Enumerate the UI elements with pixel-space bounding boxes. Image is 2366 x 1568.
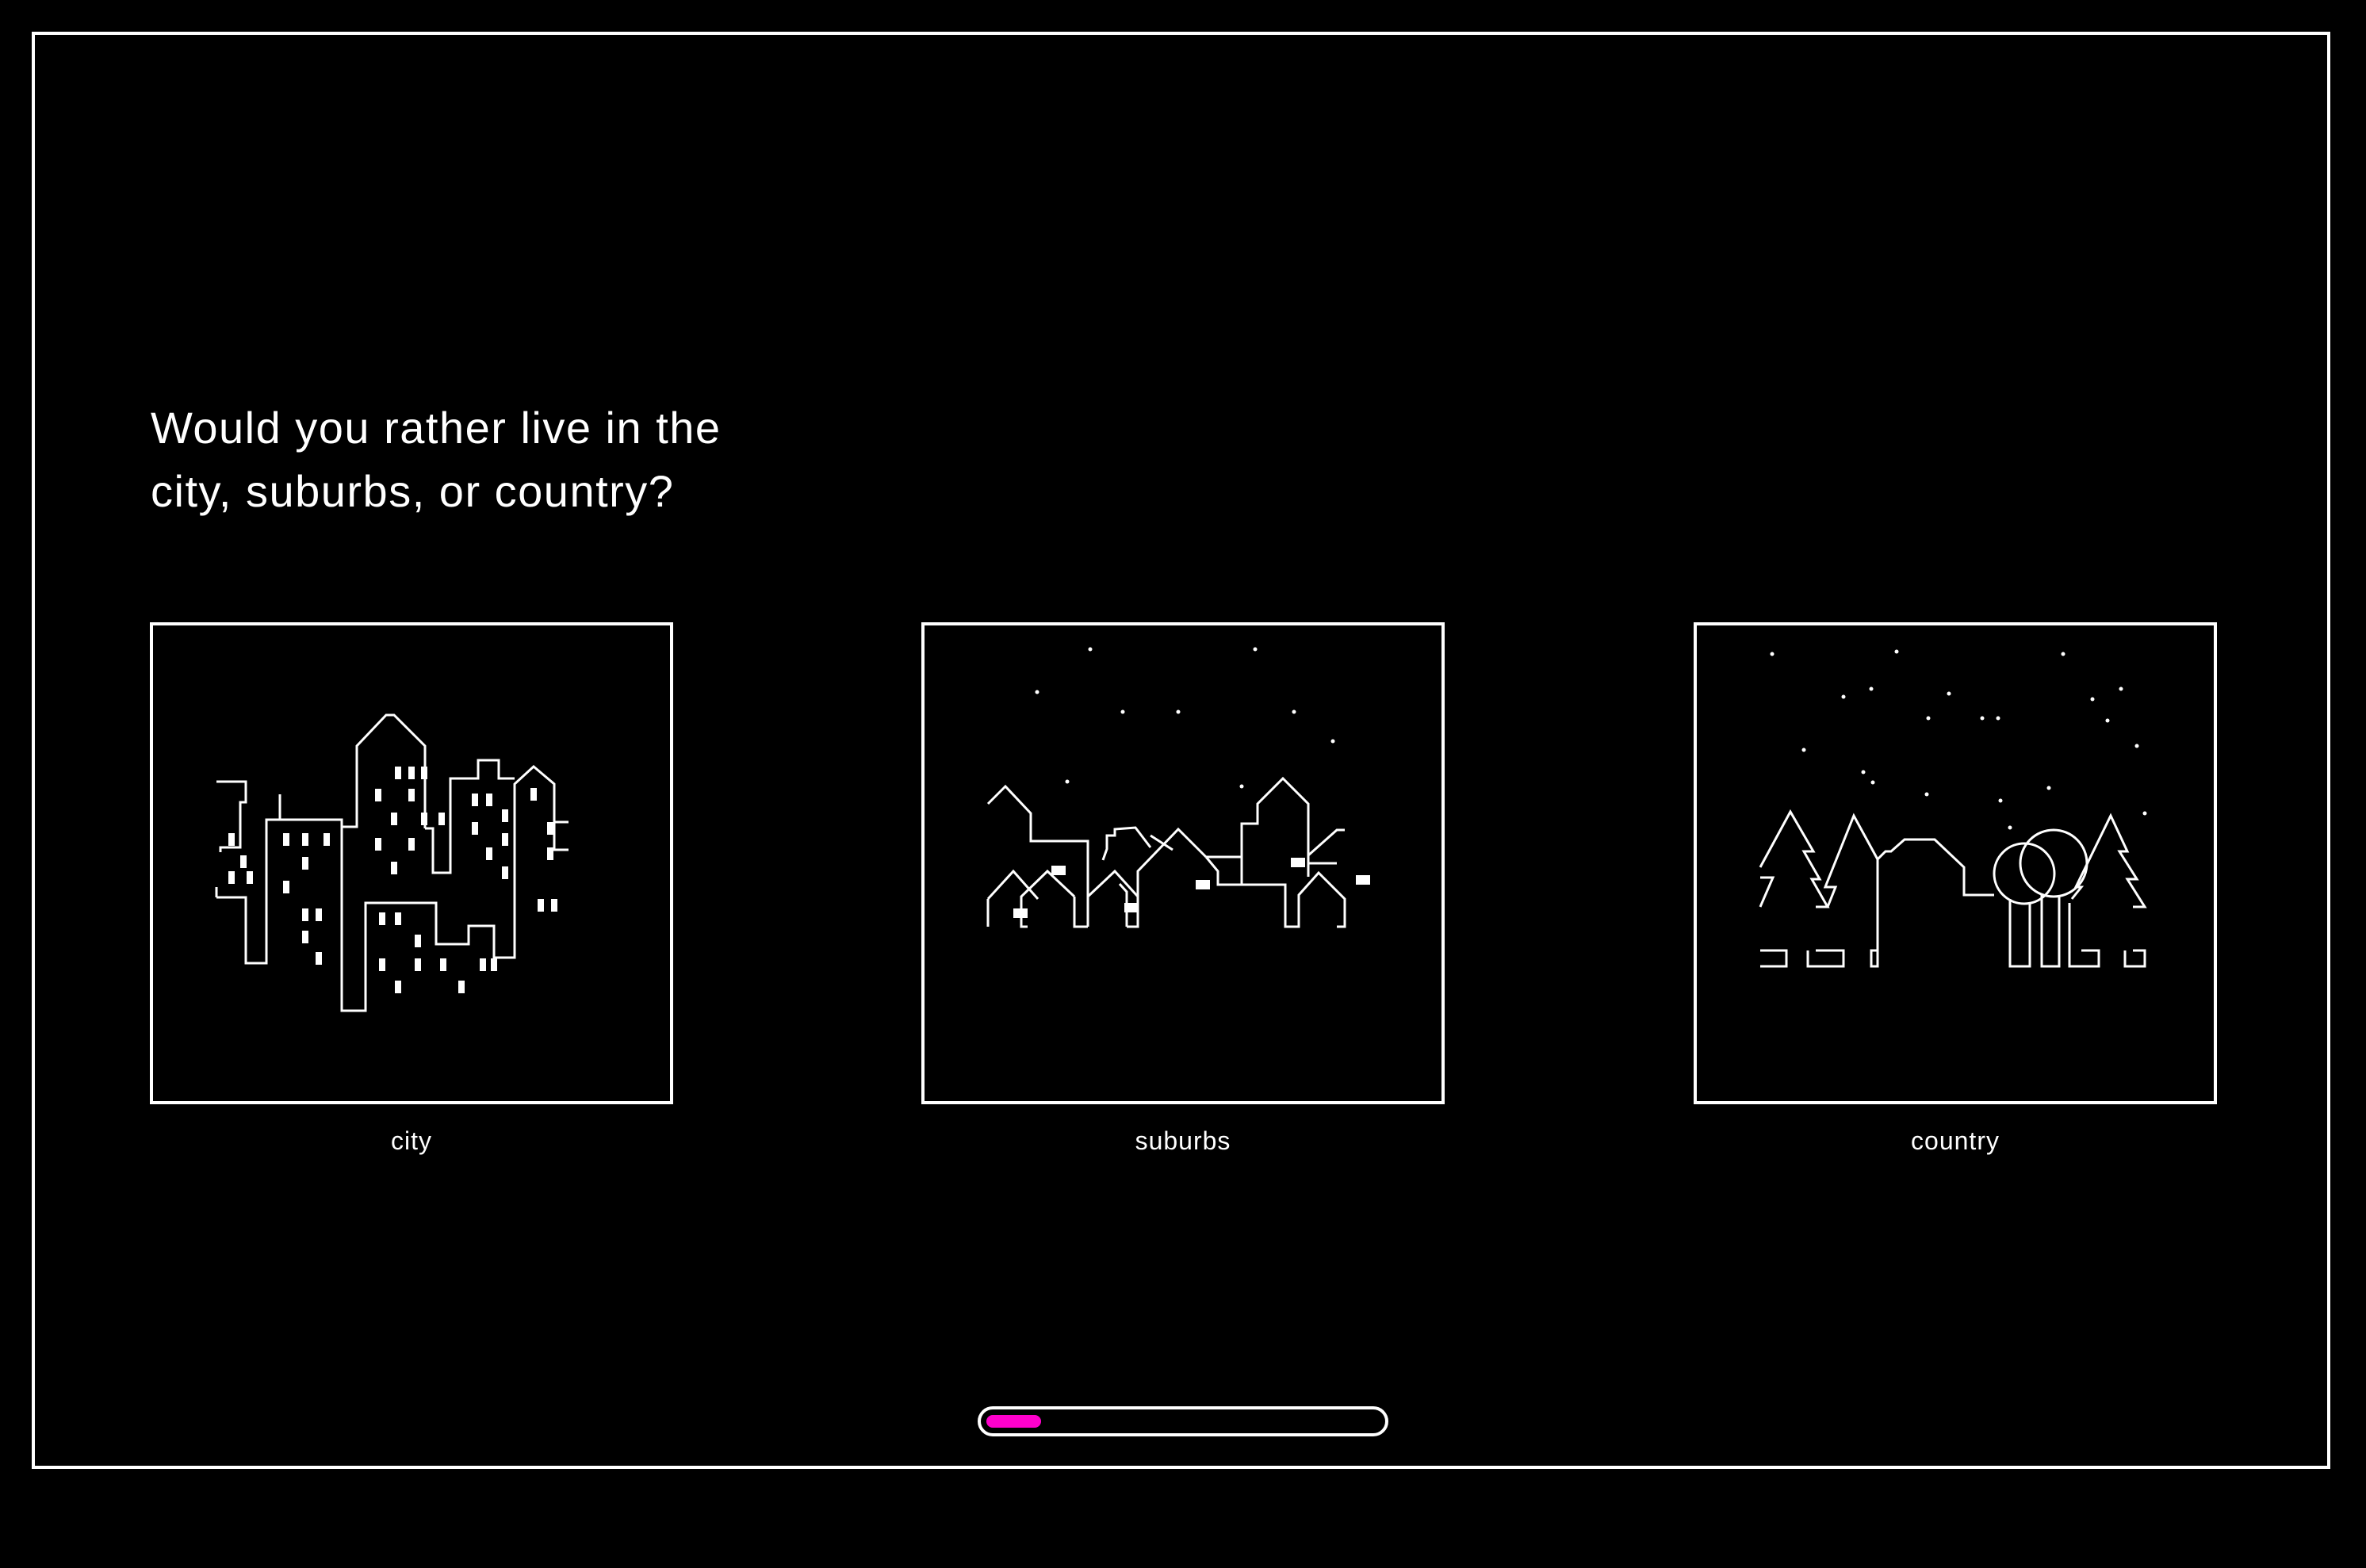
suburb-houses-icon (986, 647, 1370, 928)
option-country-label: country (1911, 1126, 2000, 1155)
progress-bar (978, 1406, 1388, 1436)
country-trees-icon (1759, 649, 2147, 968)
question-text: Would you rather live in the city, subur… (151, 396, 864, 523)
question-line-1: Would you rather live in the (151, 403, 722, 453)
option-suburbs-card[interactable] (921, 622, 1445, 1104)
option-city-label: city (391, 1126, 432, 1155)
quiz-screen: Would you rather live in the city, subur… (0, 0, 2366, 1568)
progress-bar-fill (986, 1415, 1041, 1428)
city-skyline-icon (215, 713, 569, 1012)
option-country-card[interactable] (1694, 622, 2217, 1104)
option-city-card[interactable] (150, 622, 673, 1104)
option-suburbs-label: suburbs (1135, 1126, 1231, 1155)
question-line-2: city, suburbs, or country? (151, 466, 675, 516)
option-city[interactable]: city (150, 622, 673, 1156)
option-suburbs[interactable]: suburbs (921, 622, 1445, 1156)
option-country[interactable]: country (1694, 622, 2217, 1156)
